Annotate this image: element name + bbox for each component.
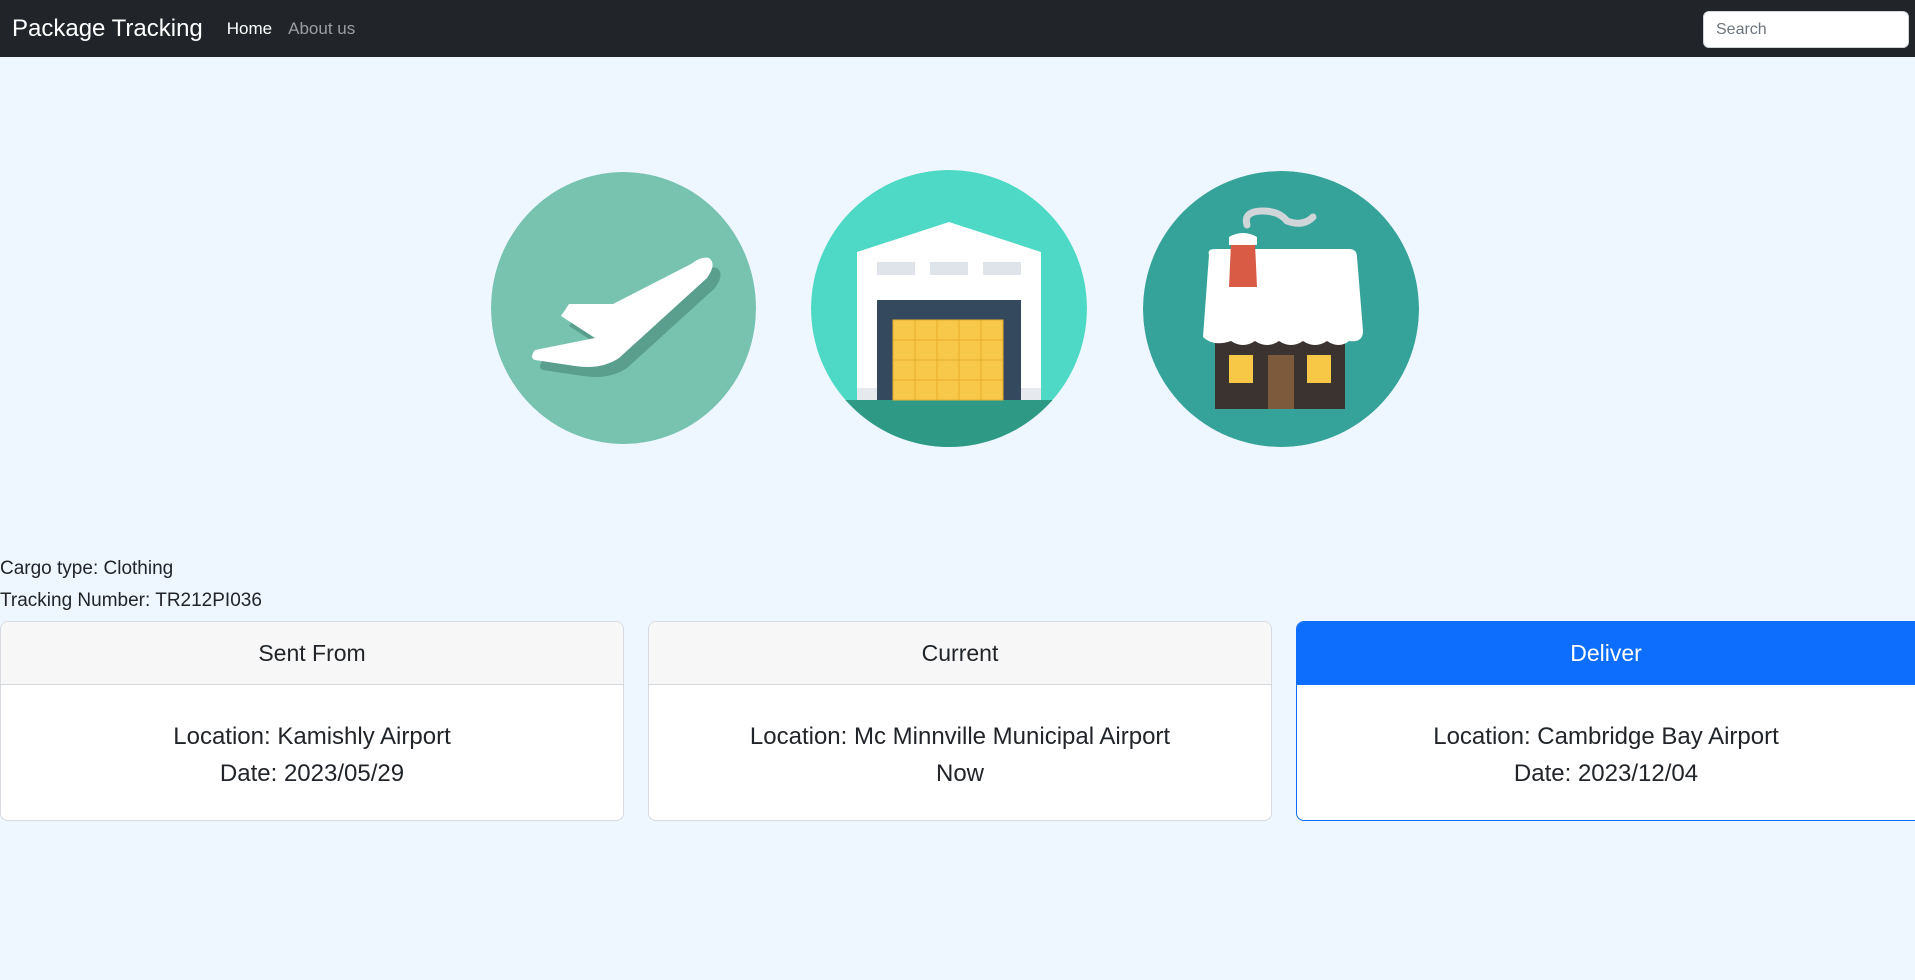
warehouse-icon <box>811 170 1087 447</box>
card-location: Location: Cambridge Bay Airport <box>1433 723 1779 750</box>
card-body: Location: Mc Minnville Municipal Airport… <box>649 685 1271 792</box>
tracking-number-label: Tracking Number: TR212PI036 <box>0 590 262 611</box>
top-navbar: Package Tracking Home About us <box>0 0 1915 57</box>
current-card: Current Location: Mc Minnville Municipal… <box>648 621 1272 821</box>
deliver-card: Deliver Location: Cambridge Bay Airport … <box>1296 621 1915 821</box>
cargo-type-label: Cargo type: Clothing <box>0 558 174 579</box>
card-date: Date: 2023/05/29 <box>219 760 405 787</box>
card-location: Location: Mc Minnville Municipal Airport <box>749 723 1171 750</box>
house-icon <box>1143 171 1419 447</box>
sent-from-card: Sent From Location: Kamishly Airport Dat… <box>0 621 624 821</box>
nav-link-about-us[interactable]: About us <box>288 19 355 39</box>
card-header: Current <box>649 622 1271 685</box>
card-header: Sent From <box>1 622 623 685</box>
card-status: Now <box>935 760 984 787</box>
card-body: Location: Kamishly Airport Date: 2023/05… <box>1 685 623 792</box>
airplane-icon <box>491 172 756 444</box>
card-location: Location: Kamishly Airport <box>173 723 451 750</box>
card-date: Date: 2023/12/04 <box>1513 760 1699 787</box>
nav-link-home[interactable]: Home <box>227 19 272 39</box>
brand-logo-text[interactable]: Package Tracking <box>12 15 203 43</box>
search-input[interactable] <box>1703 11 1909 48</box>
card-header: Deliver <box>1297 622 1915 685</box>
card-body: Location: Cambridge Bay Airport Date: 20… <box>1297 685 1915 792</box>
